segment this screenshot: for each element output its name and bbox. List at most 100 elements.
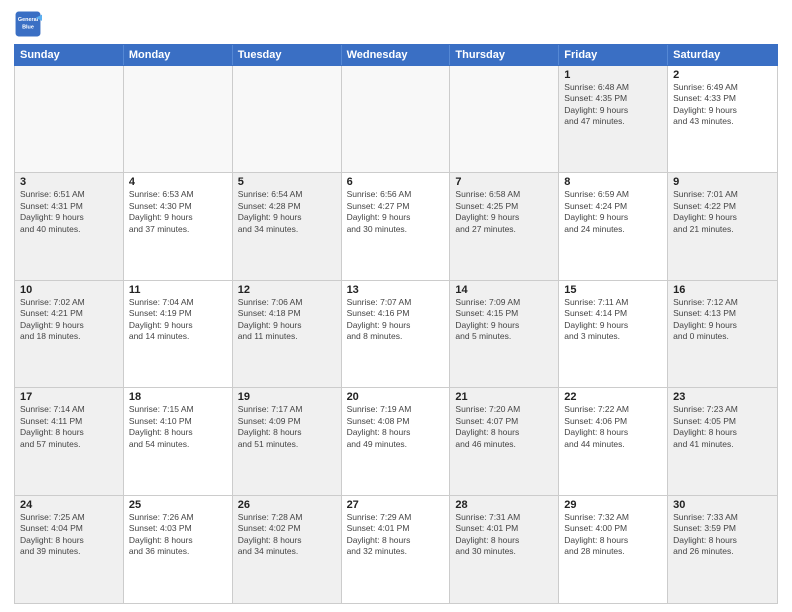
calendar-day-30: 30Sunrise: 7:33 AM Sunset: 3:59 PM Dayli… xyxy=(668,496,777,603)
calendar-day-28: 28Sunrise: 7:31 AM Sunset: 4:01 PM Dayli… xyxy=(450,496,559,603)
calendar-day-17: 17Sunrise: 7:14 AM Sunset: 4:11 PM Dayli… xyxy=(15,388,124,494)
calendar-day-26: 26Sunrise: 7:28 AM Sunset: 4:02 PM Dayli… xyxy=(233,496,342,603)
logo-icon: General Blue xyxy=(14,10,42,38)
day-info: Sunrise: 6:54 AM Sunset: 4:28 PM Dayligh… xyxy=(238,189,336,235)
day-number: 9 xyxy=(673,176,772,188)
calendar-row-2: 3Sunrise: 6:51 AM Sunset: 4:31 PM Daylig… xyxy=(15,173,777,280)
day-number: 5 xyxy=(238,176,336,188)
calendar-day-14: 14Sunrise: 7:09 AM Sunset: 4:15 PM Dayli… xyxy=(450,281,559,387)
calendar-row-5: 24Sunrise: 7:25 AM Sunset: 4:04 PM Dayli… xyxy=(15,496,777,603)
day-number: 23 xyxy=(673,391,772,403)
day-info: Sunrise: 7:07 AM Sunset: 4:16 PM Dayligh… xyxy=(347,297,445,343)
day-info: Sunrise: 7:15 AM Sunset: 4:10 PM Dayligh… xyxy=(129,404,227,450)
calendar-day-27: 27Sunrise: 7:29 AM Sunset: 4:01 PM Dayli… xyxy=(342,496,451,603)
weekday-header-wednesday: Wednesday xyxy=(342,45,451,65)
calendar-day-10: 10Sunrise: 7:02 AM Sunset: 4:21 PM Dayli… xyxy=(15,281,124,387)
day-info: Sunrise: 7:32 AM Sunset: 4:00 PM Dayligh… xyxy=(564,512,662,558)
svg-text:Blue: Blue xyxy=(22,25,34,31)
day-info: Sunrise: 6:49 AM Sunset: 4:33 PM Dayligh… xyxy=(673,82,772,128)
day-number: 4 xyxy=(129,176,227,188)
day-info: Sunrise: 7:02 AM Sunset: 4:21 PM Dayligh… xyxy=(20,297,118,343)
day-info: Sunrise: 7:11 AM Sunset: 4:14 PM Dayligh… xyxy=(564,297,662,343)
day-info: Sunrise: 7:04 AM Sunset: 4:19 PM Dayligh… xyxy=(129,297,227,343)
calendar-day-7: 7Sunrise: 6:58 AM Sunset: 4:25 PM Daylig… xyxy=(450,173,559,279)
calendar-day-16: 16Sunrise: 7:12 AM Sunset: 4:13 PM Dayli… xyxy=(668,281,777,387)
weekday-header-monday: Monday xyxy=(124,45,233,65)
calendar-day-8: 8Sunrise: 6:59 AM Sunset: 4:24 PM Daylig… xyxy=(559,173,668,279)
day-info: Sunrise: 7:17 AM Sunset: 4:09 PM Dayligh… xyxy=(238,404,336,450)
calendar-row-3: 10Sunrise: 7:02 AM Sunset: 4:21 PM Dayli… xyxy=(15,281,777,388)
calendar-day-20: 20Sunrise: 7:19 AM Sunset: 4:08 PM Dayli… xyxy=(342,388,451,494)
calendar-day-15: 15Sunrise: 7:11 AM Sunset: 4:14 PM Dayli… xyxy=(559,281,668,387)
day-info: Sunrise: 7:20 AM Sunset: 4:07 PM Dayligh… xyxy=(455,404,553,450)
calendar-day-25: 25Sunrise: 7:26 AM Sunset: 4:03 PM Dayli… xyxy=(124,496,233,603)
calendar-day-2: 2Sunrise: 6:49 AM Sunset: 4:33 PM Daylig… xyxy=(668,66,777,172)
weekday-header-saturday: Saturday xyxy=(668,45,777,65)
day-number: 25 xyxy=(129,499,227,511)
calendar-day-29: 29Sunrise: 7:32 AM Sunset: 4:00 PM Dayli… xyxy=(559,496,668,603)
day-info: Sunrise: 7:19 AM Sunset: 4:08 PM Dayligh… xyxy=(347,404,445,450)
calendar-day-5: 5Sunrise: 6:54 AM Sunset: 4:28 PM Daylig… xyxy=(233,173,342,279)
calendar-empty-cell xyxy=(450,66,559,172)
day-number: 17 xyxy=(20,391,118,403)
day-info: Sunrise: 7:14 AM Sunset: 4:11 PM Dayligh… xyxy=(20,404,118,450)
calendar-day-4: 4Sunrise: 6:53 AM Sunset: 4:30 PM Daylig… xyxy=(124,173,233,279)
calendar-day-11: 11Sunrise: 7:04 AM Sunset: 4:19 PM Dayli… xyxy=(124,281,233,387)
day-number: 11 xyxy=(129,284,227,296)
calendar-day-21: 21Sunrise: 7:20 AM Sunset: 4:07 PM Dayli… xyxy=(450,388,559,494)
calendar-day-22: 22Sunrise: 7:22 AM Sunset: 4:06 PM Dayli… xyxy=(559,388,668,494)
day-info: Sunrise: 6:51 AM Sunset: 4:31 PM Dayligh… xyxy=(20,189,118,235)
day-info: Sunrise: 7:06 AM Sunset: 4:18 PM Dayligh… xyxy=(238,297,336,343)
day-info: Sunrise: 6:53 AM Sunset: 4:30 PM Dayligh… xyxy=(129,189,227,235)
weekday-header-friday: Friday xyxy=(559,45,668,65)
calendar-day-24: 24Sunrise: 7:25 AM Sunset: 4:04 PM Dayli… xyxy=(15,496,124,603)
day-number: 12 xyxy=(238,284,336,296)
day-number: 3 xyxy=(20,176,118,188)
calendar-day-1: 1Sunrise: 6:48 AM Sunset: 4:35 PM Daylig… xyxy=(559,66,668,172)
calendar-body: 1Sunrise: 6:48 AM Sunset: 4:35 PM Daylig… xyxy=(14,66,778,604)
day-info: Sunrise: 7:12 AM Sunset: 4:13 PM Dayligh… xyxy=(673,297,772,343)
calendar-empty-cell xyxy=(124,66,233,172)
calendar: SundayMondayTuesdayWednesdayThursdayFrid… xyxy=(14,44,778,604)
day-number: 1 xyxy=(564,69,662,81)
calendar-day-19: 19Sunrise: 7:17 AM Sunset: 4:09 PM Dayli… xyxy=(233,388,342,494)
day-number: 28 xyxy=(455,499,553,511)
day-info: Sunrise: 7:31 AM Sunset: 4:01 PM Dayligh… xyxy=(455,512,553,558)
day-number: 30 xyxy=(673,499,772,511)
calendar-day-12: 12Sunrise: 7:06 AM Sunset: 4:18 PM Dayli… xyxy=(233,281,342,387)
day-number: 2 xyxy=(673,69,772,81)
calendar-empty-cell xyxy=(15,66,124,172)
calendar-header: SundayMondayTuesdayWednesdayThursdayFrid… xyxy=(14,44,778,66)
svg-text:General: General xyxy=(18,17,39,23)
day-number: 14 xyxy=(455,284,553,296)
day-number: 26 xyxy=(238,499,336,511)
day-number: 6 xyxy=(347,176,445,188)
day-number: 8 xyxy=(564,176,662,188)
day-info: Sunrise: 6:56 AM Sunset: 4:27 PM Dayligh… xyxy=(347,189,445,235)
day-number: 22 xyxy=(564,391,662,403)
calendar-day-13: 13Sunrise: 7:07 AM Sunset: 4:16 PM Dayli… xyxy=(342,281,451,387)
day-number: 16 xyxy=(673,284,772,296)
day-number: 13 xyxy=(347,284,445,296)
day-info: Sunrise: 7:01 AM Sunset: 4:22 PM Dayligh… xyxy=(673,189,772,235)
day-info: Sunrise: 7:23 AM Sunset: 4:05 PM Dayligh… xyxy=(673,404,772,450)
day-number: 29 xyxy=(564,499,662,511)
day-number: 20 xyxy=(347,391,445,403)
day-number: 15 xyxy=(564,284,662,296)
calendar-day-6: 6Sunrise: 6:56 AM Sunset: 4:27 PM Daylig… xyxy=(342,173,451,279)
day-number: 10 xyxy=(20,284,118,296)
day-number: 19 xyxy=(238,391,336,403)
weekday-header-sunday: Sunday xyxy=(15,45,124,65)
day-info: Sunrise: 6:48 AM Sunset: 4:35 PM Dayligh… xyxy=(564,82,662,128)
calendar-row-1: 1Sunrise: 6:48 AM Sunset: 4:35 PM Daylig… xyxy=(15,66,777,173)
calendar-empty-cell xyxy=(233,66,342,172)
calendar-day-3: 3Sunrise: 6:51 AM Sunset: 4:31 PM Daylig… xyxy=(15,173,124,279)
calendar-day-23: 23Sunrise: 7:23 AM Sunset: 4:05 PM Dayli… xyxy=(668,388,777,494)
day-info: Sunrise: 7:26 AM Sunset: 4:03 PM Dayligh… xyxy=(129,512,227,558)
day-number: 27 xyxy=(347,499,445,511)
day-info: Sunrise: 7:09 AM Sunset: 4:15 PM Dayligh… xyxy=(455,297,553,343)
day-info: Sunrise: 7:33 AM Sunset: 3:59 PM Dayligh… xyxy=(673,512,772,558)
day-number: 24 xyxy=(20,499,118,511)
calendar-day-18: 18Sunrise: 7:15 AM Sunset: 4:10 PM Dayli… xyxy=(124,388,233,494)
weekday-header-thursday: Thursday xyxy=(450,45,559,65)
